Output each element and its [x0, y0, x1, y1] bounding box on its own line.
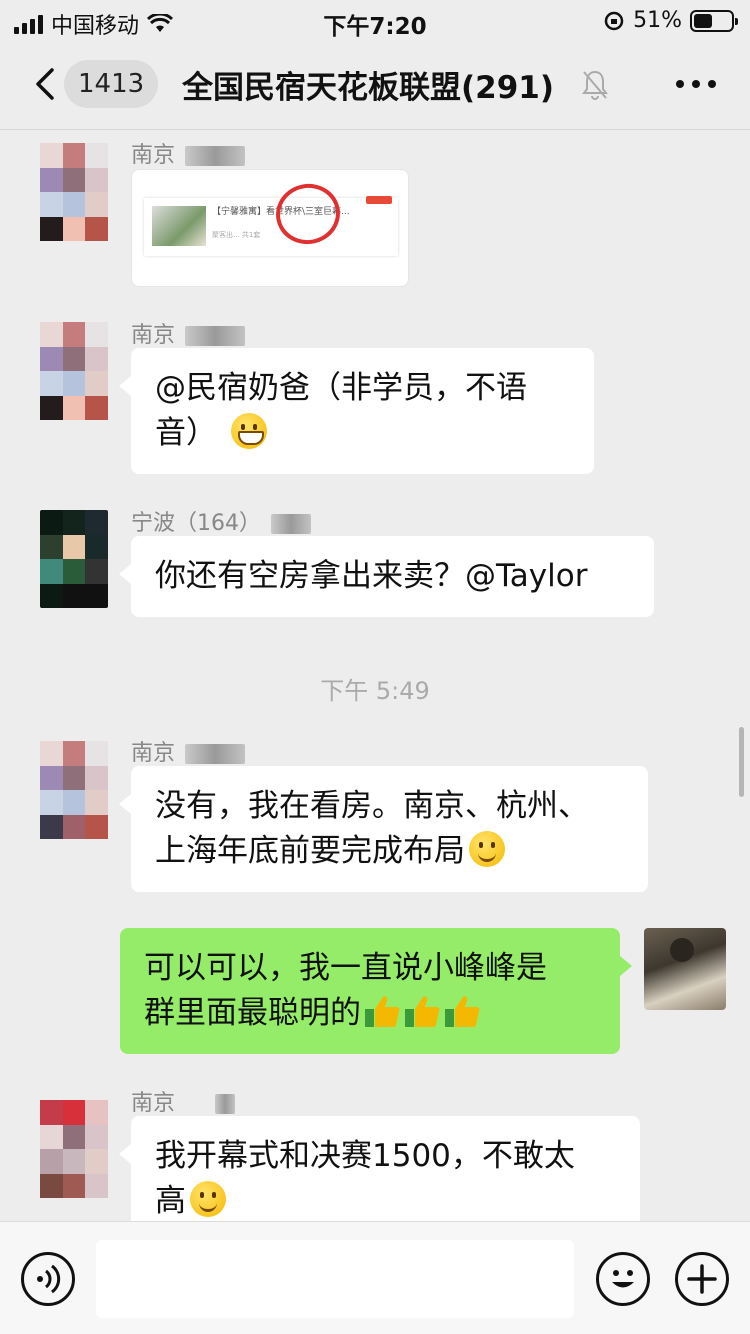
- thumbs-up-emoji-icon: [365, 996, 400, 1027]
- voice-icon: [37, 1264, 61, 1294]
- back-icon[interactable]: [28, 64, 68, 104]
- unread-count-badge[interactable]: 1413: [64, 60, 159, 108]
- smile-emoji-icon: [190, 1181, 226, 1217]
- sender-name: 南京: [131, 735, 246, 767]
- card-subtitle: 聚客出... 共1套: [212, 231, 261, 239]
- sender-avatar[interactable]: [40, 510, 108, 608]
- rotation-lock-icon: [604, 11, 624, 30]
- message-list[interactable]: 南京 【宁馨雅寓】看世界杯\三室巨幕... 聚客出... 共1套 南京 @民宿奶…: [0, 131, 750, 1221]
- shared-link-card[interactable]: 【宁馨雅寓】看世界杯\三室巨幕... 聚客出... 共1套: [131, 169, 409, 287]
- message-text-line: 上海年底前要完成布局: [155, 829, 624, 874]
- message-text-line: 没有，我在看房。南京、杭州、: [155, 788, 589, 824]
- card-tag: [366, 196, 392, 204]
- message-input[interactable]: [96, 1240, 574, 1318]
- sender-avatar[interactable]: [40, 741, 108, 839]
- chat-title: 全国民宿天花板联盟(291): [182, 70, 555, 106]
- input-bar: [0, 1221, 750, 1334]
- red-circle-annotation: [271, 178, 345, 250]
- sender-avatar[interactable]: [40, 322, 108, 420]
- message-text-line: 群里面最聪明的: [144, 991, 596, 1036]
- plus-button[interactable]: [675, 1252, 729, 1306]
- battery-icon: [690, 9, 738, 32]
- battery-percent: 51%: [633, 8, 682, 33]
- scrollbar[interactable]: [739, 727, 744, 797]
- message-text-line: 可以可以，我一直说小峰峰是: [144, 950, 547, 986]
- mute-bell-icon: [582, 70, 608, 100]
- more-icon[interactable]: [676, 80, 716, 88]
- sender-name: 宁波（164）: [131, 505, 311, 537]
- message-text-line: 音）: [155, 411, 570, 456]
- sender-avatar[interactable]: [40, 143, 108, 241]
- message-text-line: 高: [155, 1179, 616, 1221]
- message-text-line: 你还有空房拿出来卖？@Taylor: [155, 558, 588, 594]
- message-text-line: 我开幕式和决赛1500，不敢太: [155, 1138, 575, 1174]
- smile-emoji-icon: [469, 831, 505, 867]
- sender-name: 南京: [131, 317, 246, 349]
- emoji-icon: [612, 1270, 634, 1288]
- card-thumbnail: [152, 206, 206, 246]
- time-divider: 下午 5:49: [320, 677, 430, 705]
- card-content: 【宁馨雅寓】看世界杯\三室巨幕... 聚客出... 共1套: [144, 178, 398, 256]
- message-text-line: @民宿奶爸（非学员，不语: [155, 370, 527, 406]
- battery-fill: [694, 13, 713, 28]
- chat-header: 1413 全国民宿天花板联盟(291): [0, 40, 750, 130]
- thumbs-up-emoji-icon: [405, 996, 440, 1027]
- sender-name: 南京: [131, 137, 246, 169]
- status-right: 51%: [603, 8, 738, 33]
- message-bubble[interactable]: @民宿奶爸（非学员，不语 音）: [119, 348, 594, 474]
- plus-icon: [687, 1264, 717, 1294]
- my-avatar[interactable]: [644, 928, 726, 1010]
- message-bubble[interactable]: 你还有空房拿出来卖？@Taylor: [119, 536, 654, 617]
- message-bubble[interactable]: 我开幕式和决赛1500，不敢太 高: [119, 1116, 640, 1221]
- emoji-button[interactable]: [596, 1252, 650, 1306]
- sender-name: 南京: [131, 1085, 236, 1117]
- status-bar: 中国移动 下午7:20 51%: [0, 0, 750, 40]
- sender-avatar[interactable]: [40, 1100, 108, 1198]
- my-message-bubble[interactable]: 可以可以，我一直说小峰峰是 群里面最聪明的: [120, 928, 632, 1054]
- thumbs-up-emoji-icon: [445, 996, 480, 1027]
- grin-emoji-icon: [230, 413, 267, 449]
- voice-button[interactable]: [21, 1252, 75, 1306]
- message-bubble[interactable]: 没有，我在看房。南京、杭州、 上海年底前要完成布局: [119, 766, 648, 892]
